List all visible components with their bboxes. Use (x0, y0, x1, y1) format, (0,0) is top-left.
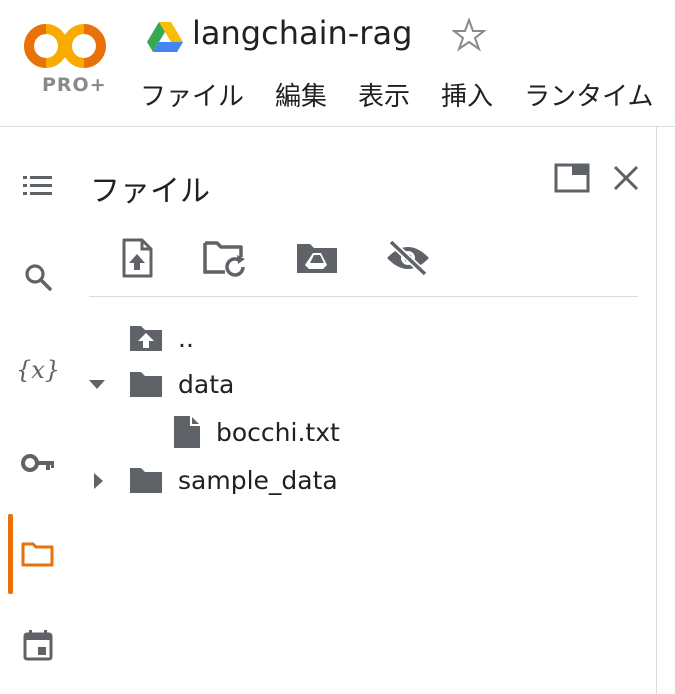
menu-runtime[interactable]: ランタイム (524, 76, 653, 113)
caret-down-icon[interactable] (87, 375, 107, 395)
mount-drive-icon[interactable] (294, 236, 340, 280)
toc-icon[interactable] (18, 166, 58, 206)
new-tab-icon[interactable] (552, 158, 592, 198)
header: PRO+ langchain-rag ファイル 編集 表示 挿入 ランタイム (0, 0, 675, 125)
variables-icon[interactable]: {x} (16, 350, 60, 390)
file-icon (174, 416, 200, 448)
refresh-folder-icon[interactable] (203, 236, 249, 280)
tree-item-file[interactable]: bocchi.txt (172, 412, 340, 452)
tree-item-label: sample_data (178, 465, 338, 495)
tree-item-folder[interactable]: data (128, 364, 234, 404)
folder-icon (130, 468, 162, 493)
tree-item-label: data (178, 369, 235, 399)
menu-file[interactable]: ファイル (140, 76, 244, 113)
key-icon[interactable] (18, 443, 58, 483)
toolbar-divider (89, 296, 638, 297)
folder-icon[interactable] (18, 534, 58, 574)
pro-badge: PRO+ (42, 74, 107, 96)
menu-view[interactable]: 表示 (358, 76, 410, 113)
panel-right-border (656, 126, 657, 694)
parent-folder-icon (130, 326, 162, 351)
hide-files-icon[interactable] (385, 236, 431, 280)
menu-edit[interactable]: 編集 (275, 76, 327, 113)
tree-item-label: bocchi.txt (216, 417, 340, 447)
caret-right-icon[interactable] (89, 471, 109, 491)
notebook-title[interactable]: langchain-rag (192, 14, 412, 52)
tree-item-folder[interactable]: sample_data (128, 460, 338, 500)
menu-insert[interactable]: 挿入 (441, 76, 493, 113)
google-drive-icon (147, 22, 183, 52)
folder-icon (130, 372, 162, 397)
calendar-icon[interactable] (18, 625, 58, 665)
close-icon[interactable] (606, 158, 646, 198)
files-panel-title: ファイル (90, 174, 210, 209)
star-icon[interactable] (452, 18, 486, 52)
search-icon[interactable] (18, 257, 58, 297)
upload-file-icon[interactable] (114, 236, 160, 280)
active-indicator (8, 514, 13, 594)
tree-item-label: .. (178, 323, 194, 353)
tree-item-parent[interactable]: .. (128, 318, 194, 358)
header-divider (0, 126, 675, 127)
menu-bar: ファイル 編集 表示 挿入 ランタイム (140, 76, 675, 113)
